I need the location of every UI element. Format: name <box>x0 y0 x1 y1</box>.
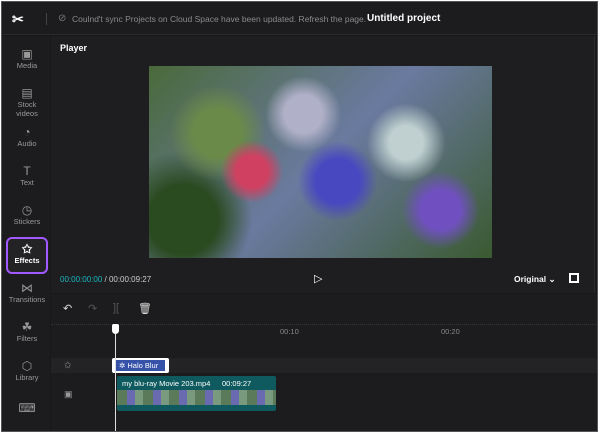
tick-label: 00:10 <box>280 327 299 336</box>
sidebar: ▣ Media ▤ Stock videos ◔ Audio T Text ◷ Stick… <box>2 36 50 431</box>
time-ruler[interactable] <box>51 324 597 325</box>
current-time: 00:00:00:00 <box>60 275 103 284</box>
aspect-ratio-dropdown[interactable]: Original ⌄ <box>514 274 556 285</box>
sidebar-item-text[interactable]: T Text <box>6 161 48 197</box>
sidebar-item-stickers[interactable]: ◷ Stickers <box>6 200 48 236</box>
sidebar-label: Transitions <box>8 295 46 304</box>
keyboard-icon: ⌨ <box>18 401 36 415</box>
effect-clip-label: ✲ Halo Blur <box>116 360 165 371</box>
time-display: 00:00:00:00 / 00:00:09:27 <box>60 275 152 284</box>
stickers-icon: ◷ <box>21 203 33 217</box>
keyboard-shortcuts-button[interactable]: ⌨ <box>6 398 48 431</box>
filters-icon: ☘ <box>21 320 33 334</box>
clip-thumbnails <box>117 390 276 405</box>
capcut-logo-icon[interactable]: ✂ <box>12 11 24 28</box>
sidebar-label: Stickers <box>13 217 41 226</box>
sidebar-label: Stock videos <box>16 100 38 118</box>
top-bar: ✂ ⊘ Coulnd't sync Projects on Cloud Spac… <box>2 2 597 35</box>
redo-icon[interactable]: ↷ <box>88 302 97 315</box>
effects-icon: ✩ <box>21 242 33 256</box>
video-track-icon: ▣ <box>64 389 73 399</box>
player-panel: Player 00:00:00:00 / 00:00:09:27 ▷ Origi… <box>51 36 595 293</box>
sync-off-icon: ⊘ <box>58 13 67 24</box>
total-time: 00:00:09:27 <box>108 275 152 284</box>
timeline-panel: ↶ ↷ ][ 🗑 00:10 00:20 ✩ ✲ Halo Blur ▣ my … <box>51 294 597 431</box>
transitions-icon: ⋈ <box>21 281 33 295</box>
delete-icon[interactable]: 🗑 <box>138 302 152 315</box>
sidebar-item-transitions[interactable]: ⋈ Transitions <box>6 278 48 314</box>
sidebar-label: Media <box>16 61 38 70</box>
sidebar-label: Filters <box>16 334 38 343</box>
sidebar-label: Audio <box>17 139 37 148</box>
app-window: ✂ ⊘ Coulnd't sync Projects on Cloud Spac… <box>1 1 598 432</box>
sidebar-item-media[interactable]: ▣ Media <box>6 44 48 80</box>
effect-clip[interactable]: ✲ Halo Blur <box>112 358 169 373</box>
undo-icon[interactable]: ↶ <box>63 302 72 315</box>
sidebar-label: Effects <box>14 256 40 265</box>
tick-label: 00:20 <box>441 327 460 336</box>
playhead-handle[interactable] <box>112 324 119 334</box>
sidebar-item-stock-videos[interactable]: ▤ Stock videos <box>6 83 48 119</box>
effect-track-icon: ✩ <box>64 360 72 370</box>
sidebar-item-effects[interactable]: ✩ Effects <box>6 237 48 274</box>
clip-duration: 00:09:27 <box>222 379 252 388</box>
playhead-line[interactable] <box>115 324 116 431</box>
audio-icon: ◔ <box>23 125 31 139</box>
play-button[interactable]: ▷ <box>314 272 322 285</box>
video-clip[interactable]: my blu-ray Movie 203.mp4 00:09:27 <box>117 376 276 411</box>
text-icon: T <box>23 164 31 178</box>
sidebar-label: Library <box>15 373 39 382</box>
library-icon: ⬡ <box>21 359 33 373</box>
sync-message: Coulnd't sync Projects on Cloud Space ha… <box>72 14 367 24</box>
sidebar-item-filters[interactable]: ☘ Filters <box>6 317 48 353</box>
clip-name: my blu-ray Movie 203.mp4 <box>122 379 211 388</box>
player-label: Player <box>60 43 88 53</box>
project-title[interactable]: Untitled project <box>367 13 440 24</box>
media-icon: ▣ <box>21 47 33 61</box>
split-icon[interactable]: ][ <box>113 302 119 314</box>
sidebar-item-library[interactable]: ⬡ Library <box>6 356 48 392</box>
video-preview[interactable] <box>149 66 492 258</box>
fullscreen-icon[interactable] <box>569 273 579 283</box>
sidebar-item-audio[interactable]: ◔ Audio <box>6 122 48 158</box>
sidebar-label: Text <box>20 178 34 187</box>
divider <box>46 13 47 25</box>
stock-videos-icon: ▤ <box>21 86 33 100</box>
